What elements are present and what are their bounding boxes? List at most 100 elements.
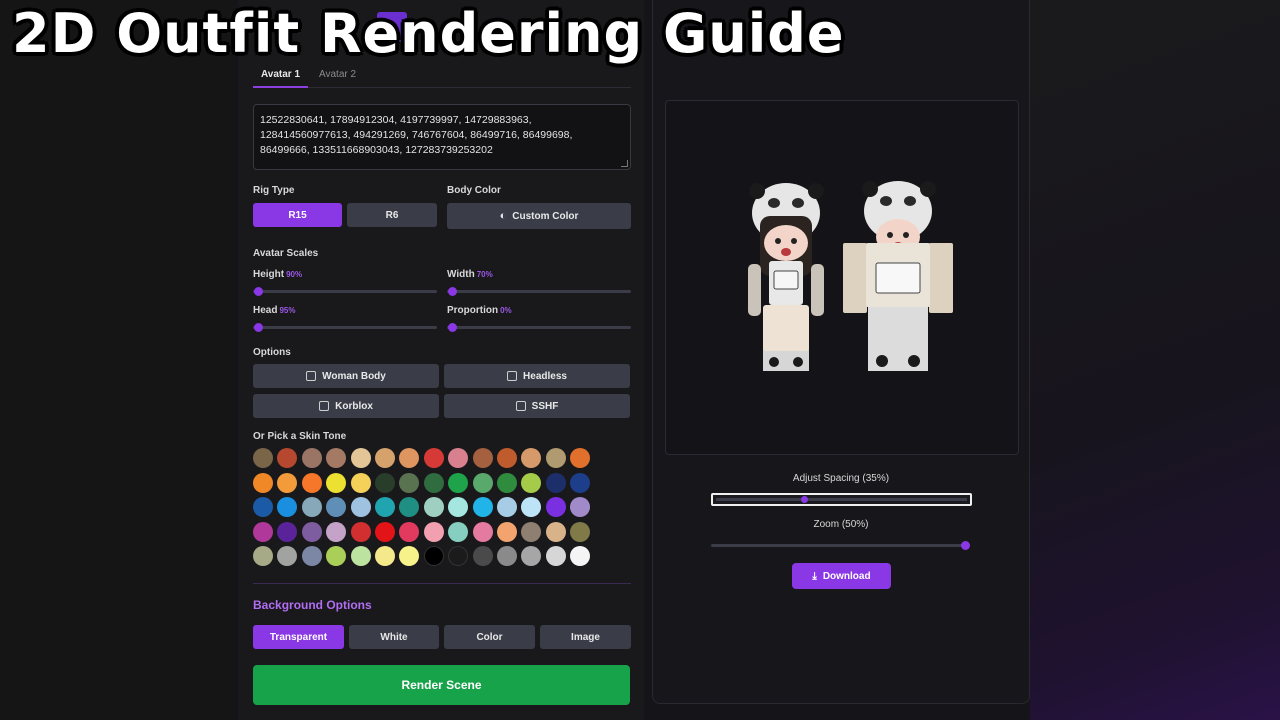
skin-tone-swatch[interactable] <box>423 472 444 493</box>
skin-tone-swatch[interactable] <box>326 521 347 542</box>
width-slider[interactable] <box>447 287 631 296</box>
skin-tone-label: Or Pick a Skin Tone <box>253 431 347 442</box>
skin-tone-swatch[interactable] <box>472 448 493 468</box>
skin-tone-swatch[interactable] <box>375 546 395 566</box>
render-scene-button[interactable]: Render Scene <box>253 665 630 705</box>
woman-body-toggle[interactable]: Woman Body <box>253 364 439 388</box>
head-slider-knob[interactable] <box>254 323 263 332</box>
skin-tone-swatch[interactable] <box>448 472 469 493</box>
download-icon: ⤓ <box>812 570 817 582</box>
background-right <box>1030 0 1280 720</box>
skin-tone-swatch[interactable] <box>301 521 322 542</box>
woman-body-label: Woman Body <box>322 370 386 382</box>
skin-tone-swatch[interactable] <box>301 497 322 517</box>
skin-tone-swatch[interactable] <box>545 472 566 493</box>
headless-toggle[interactable]: Headless <box>444 364 630 388</box>
skin-tone-swatch[interactable] <box>253 472 273 493</box>
skin-tone-swatch[interactable] <box>497 497 517 517</box>
korblox-toggle[interactable]: Korblox <box>253 394 439 418</box>
skin-tone-swatch[interactable] <box>472 472 493 493</box>
proportion-value: 0% <box>500 306 512 315</box>
skin-tone-swatch[interactable] <box>497 448 517 468</box>
skin-tone-swatch[interactable] <box>448 521 469 542</box>
skin-tone-swatch[interactable] <box>375 448 395 468</box>
spacing-slider-knob[interactable] <box>801 496 808 503</box>
sshf-toggle[interactable]: SSHF <box>444 394 630 418</box>
skin-tone-swatch[interactable] <box>472 521 493 542</box>
zoom-slider-knob[interactable] <box>961 541 970 550</box>
proportion-slider[interactable] <box>447 323 631 332</box>
width-label-text: Width <box>447 269 475 280</box>
skin-tone-swatch[interactable] <box>350 546 371 566</box>
skin-tone-swatch[interactable] <box>497 546 517 566</box>
skin-tone-swatch[interactable] <box>570 472 591 493</box>
skin-tone-swatch[interactable] <box>253 546 273 566</box>
skin-tone-swatch[interactable] <box>423 497 444 517</box>
skin-tone-swatch[interactable] <box>326 472 347 493</box>
width-label: Width 70% <box>447 269 493 280</box>
skin-tone-swatch[interactable] <box>253 497 273 517</box>
skin-tone-swatch[interactable] <box>570 521 591 542</box>
skin-tone-swatch[interactable] <box>375 472 395 493</box>
head-label-text: Head <box>253 305 278 316</box>
head-slider[interactable] <box>253 323 437 332</box>
skin-tone-swatch[interactable] <box>350 472 371 493</box>
headless-label: Headless <box>523 370 567 382</box>
skin-tone-swatch[interactable] <box>301 448 322 468</box>
rig-r15-button[interactable]: R15 <box>253 203 342 227</box>
avatar-preview-image <box>748 181 953 371</box>
skin-tone-swatch[interactable] <box>399 521 420 542</box>
skin-tone-swatch[interactable] <box>277 521 298 542</box>
skin-tone-swatch[interactable] <box>277 472 298 493</box>
resize-handle-icon[interactable] <box>621 160 628 167</box>
skin-tone-swatch[interactable] <box>375 497 395 517</box>
body-color-label: Body Color <box>447 185 501 196</box>
skin-tone-swatch[interactable] <box>545 521 566 542</box>
skin-tone-swatch[interactable] <box>423 546 444 566</box>
bg-image-button[interactable]: Image <box>540 625 631 649</box>
bg-color-button[interactable]: Color <box>444 625 535 649</box>
rig-r6-button[interactable]: R6 <box>347 203 437 227</box>
skin-tone-swatch[interactable] <box>423 521 444 542</box>
section-divider <box>253 583 631 584</box>
skin-tone-swatch[interactable] <box>253 448 273 468</box>
skin-tone-swatch[interactable] <box>472 546 493 566</box>
asset-ids-textarea[interactable]: 12522830641, 17894912304, 4197739997, 14… <box>253 104 631 170</box>
zoom-slider[interactable] <box>711 541 970 550</box>
headless-checkbox[interactable] <box>507 371 518 381</box>
width-slider-knob[interactable] <box>448 287 457 296</box>
spacing-slider[interactable] <box>711 493 972 506</box>
skin-tone-swatch[interactable] <box>350 497 371 517</box>
proportion-label: Proportion 0% <box>447 305 512 316</box>
sshf-label: SSHF <box>531 400 559 412</box>
skin-tone-swatch[interactable] <box>545 448 566 468</box>
sshf-checkbox[interactable] <box>515 401 526 411</box>
skin-tone-swatch[interactable] <box>301 472 322 493</box>
woman-body-checkbox[interactable] <box>306 371 317 381</box>
skin-tone-swatch[interactable] <box>350 521 371 542</box>
skin-tone-swatch[interactable] <box>472 497 493 517</box>
skin-tone-swatch[interactable] <box>497 521 517 542</box>
height-slider-knob[interactable] <box>254 287 263 296</box>
background-left <box>0 0 232 720</box>
skin-tone-swatch[interactable] <box>521 472 542 493</box>
skin-tone-swatch[interactable] <box>399 472 420 493</box>
height-slider[interactable] <box>253 287 437 296</box>
skin-tone-swatch[interactable] <box>301 546 322 566</box>
avatar-scales-label: Avatar Scales <box>253 248 319 259</box>
bg-white-button[interactable]: White <box>349 625 439 649</box>
skin-tone-swatch[interactable] <box>253 521 273 542</box>
skin-tone-swatch[interactable] <box>375 521 395 542</box>
bg-transparent-button[interactable]: Transparent <box>253 625 344 649</box>
proportion-slider-knob[interactable] <box>448 323 457 332</box>
skin-tone-swatch[interactable] <box>545 546 566 566</box>
download-button[interactable]: ⤓ Download <box>792 563 891 589</box>
skin-tone-swatch[interactable] <box>545 497 566 517</box>
skin-tone-swatch[interactable] <box>350 448 371 468</box>
skin-tone-swatch[interactable] <box>497 472 517 493</box>
korblox-checkbox[interactable] <box>319 401 330 411</box>
skin-tone-swatch[interactable] <box>521 521 542 542</box>
head-label: Head 95% <box>253 305 295 316</box>
skin-tone-swatch[interactable] <box>423 448 444 468</box>
custom-color-button[interactable]: ◐ Custom Color <box>447 203 631 229</box>
